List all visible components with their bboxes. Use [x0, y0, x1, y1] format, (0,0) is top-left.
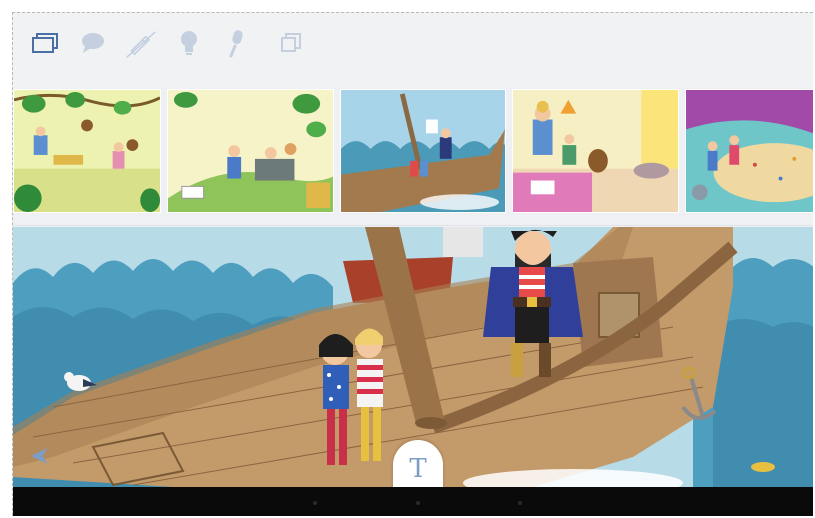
pages-tool-button[interactable] — [29, 27, 61, 59]
picnic-illustration — [168, 90, 333, 212]
triangle-left-icon — [31, 448, 47, 464]
app-frame: T — [12, 12, 813, 516]
playground-illustration — [686, 90, 813, 212]
record-tool-button[interactable] — [221, 27, 253, 59]
nav-home-dot[interactable] — [416, 501, 420, 505]
kids-room-illustration — [513, 90, 678, 212]
page-thumbnail-4[interactable] — [512, 89, 679, 213]
toolbar — [13, 13, 813, 87]
page-thumbnail-2[interactable] — [167, 89, 334, 213]
draw-tool-button[interactable] — [125, 27, 157, 59]
idea-tool-button[interactable] — [173, 27, 205, 59]
text-toggle-button[interactable]: T — [393, 440, 443, 492]
copy-icon — [281, 33, 301, 52]
text-toggle-label: T — [409, 454, 427, 484]
pen-disabled-icon — [126, 31, 156, 58]
speech-bubble-icon — [82, 33, 104, 53]
page-thumbnail-5[interactable] — [685, 89, 813, 213]
pages-icon — [32, 33, 58, 53]
pirate-ship-thumbnail-illustration — [341, 90, 505, 212]
system-nav-bar — [13, 487, 813, 516]
jungle-illustration — [14, 90, 160, 212]
copy-tool-button[interactable] — [275, 27, 307, 59]
previous-page-button[interactable] — [27, 443, 53, 469]
lightbulb-icon — [181, 31, 197, 55]
microphone-icon — [229, 30, 243, 58]
page-thumbnail-3[interactable] — [340, 89, 506, 213]
comment-tool-button[interactable] — [77, 27, 109, 59]
page-thumbnail-1[interactable] — [13, 89, 161, 213]
nav-recent-dot[interactable] — [518, 501, 522, 505]
nav-back-dot[interactable] — [313, 501, 317, 505]
page-thumbnail-strip — [13, 87, 813, 226]
